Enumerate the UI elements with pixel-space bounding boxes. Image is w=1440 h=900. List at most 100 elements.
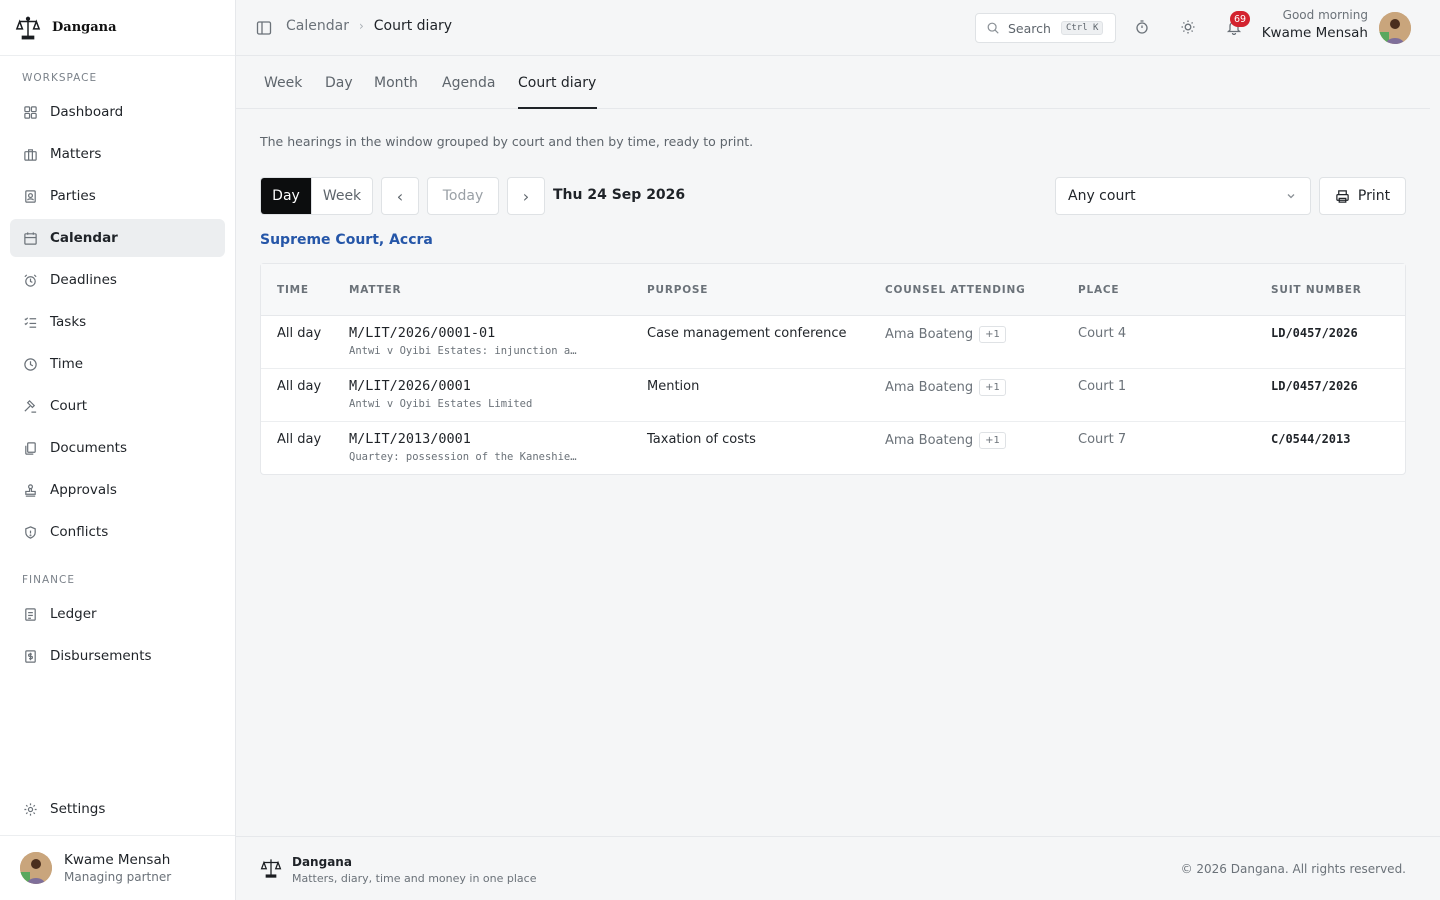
table-header: TIME MATTER PURPOSE COUNSEL ATTENDING PL… <box>261 264 1405 316</box>
view-tabs: Week Day Month Agenda Court diary <box>236 56 1430 109</box>
sidebar-item-label: Dashboard <box>50 104 124 120</box>
gavel-icon <box>22 398 38 414</box>
sidebar-item-disbursements[interactable]: Disbursements <box>10 637 225 675</box>
shield-icon <box>22 524 38 540</box>
column-counsel: COUNSEL ATTENDING <box>885 284 1026 296</box>
row-counsel: Ama Boateng +1 <box>885 379 1006 396</box>
sidebar-item-tasks[interactable]: Tasks <box>10 303 225 341</box>
sidebar-item-approvals[interactable]: Approvals <box>10 471 225 509</box>
row-time: All day <box>277 326 322 341</box>
greeting-text: Good morning <box>1282 8 1368 22</box>
sidebar-item-ledger[interactable]: Ledger <box>10 595 225 633</box>
column-place: PLACE <box>1078 284 1120 296</box>
breadcrumb-current: Court diary <box>373 18 453 34</box>
sidebar-item-matters[interactable]: Matters <box>10 135 225 173</box>
calendar-icon <box>22 230 38 246</box>
row-place: Court 7 <box>1078 432 1127 447</box>
stopwatch-icon[interactable] <box>1134 19 1152 37</box>
next-button[interactable]: › <box>507 177 545 215</box>
avatar <box>20 852 52 884</box>
print-button[interactable]: Print <box>1319 177 1406 215</box>
sidebar-item-calendar[interactable]: Calendar <box>10 219 225 257</box>
dashboard-icon <box>22 104 38 120</box>
row-time: All day <box>277 379 322 394</box>
documents-icon <box>22 440 38 456</box>
briefcase-icon <box>22 146 38 162</box>
tab-court-diary[interactable]: Court diary <box>518 75 597 109</box>
sidebar-item-label: Parties <box>50 188 96 204</box>
column-suit-number: SUIT NUMBER <box>1271 284 1362 296</box>
matter-title: Quartey: possession of the Kaneshie… <box>349 451 577 463</box>
sidebar-user[interactable]: Kwame Mensah Managing partner <box>0 835 235 900</box>
court-select[interactable]: Any court <box>1055 177 1311 215</box>
header-user-name: Kwame Mensah <box>1261 25 1368 41</box>
sidebar-item-conflicts[interactable]: Conflicts <box>10 513 225 551</box>
ledger-icon <box>22 606 38 622</box>
sidebar-item-dashboard[interactable]: Dashboard <box>10 93 225 131</box>
footer-brand-name: Dangana <box>292 855 352 869</box>
stamp-icon <box>22 482 38 498</box>
sidebar-item-label: Approvals <box>50 482 117 498</box>
sidebar-item-time[interactable]: Time <box>10 345 225 383</box>
row-suit-number: LD/0457/2026 <box>1271 379 1358 393</box>
matter-link[interactable]: M/LIT/2026/0001-01 <box>349 325 577 341</box>
receipt-icon <box>22 648 38 664</box>
print-label: Print <box>1357 188 1391 204</box>
counsel-extra-badge[interactable]: +1 <box>979 379 1006 396</box>
brand[interactable]: Dangana <box>0 0 235 56</box>
contact-card-icon <box>22 188 38 204</box>
prev-button[interactable]: ‹ <box>381 177 419 215</box>
alarm-clock-icon <box>22 272 38 288</box>
counsel-name: Ama Boateng <box>885 380 974 395</box>
scales-logo-icon <box>14 14 42 42</box>
sidebar-item-settings[interactable]: Settings <box>10 790 225 828</box>
sidebar-item-documents[interactable]: Documents <box>10 429 225 467</box>
range-week-button[interactable]: Week <box>311 178 372 214</box>
row-purpose: Taxation of costs <box>647 432 756 447</box>
table-row[interactable]: All day M/LIT/2013/0001 Quartey: possess… <box>261 422 1405 475</box>
sidebar-item-label: Court <box>50 398 88 414</box>
sidebar-item-label: Settings <box>50 801 106 817</box>
footer-copyright: © 2026 Dangana. All rights reserved. <box>1180 862 1406 876</box>
tab-agenda[interactable]: Agenda <box>442 75 495 109</box>
sidebar-item-parties[interactable]: Parties <box>10 177 225 215</box>
sidebar-toggle-icon[interactable] <box>256 20 272 36</box>
section-label-workspace: WORKSPACE <box>22 72 98 84</box>
matter-link[interactable]: M/LIT/2013/0001 <box>349 431 577 447</box>
search-button[interactable]: Search Ctrl K <box>975 13 1116 43</box>
chevron-down-icon <box>1287 194 1295 199</box>
tab-day[interactable]: Day <box>325 75 353 109</box>
column-time: TIME <box>277 284 309 296</box>
sidebar-item-label: Documents <box>50 440 127 456</box>
topbar: Calendar › Court diary Search Ctrl K 69 … <box>236 0 1440 56</box>
row-counsel: Ama Boateng +1 <box>885 432 1006 449</box>
avatar[interactable] <box>1379 12 1411 44</box>
sidebar-item-label: Deadlines <box>50 272 117 288</box>
breadcrumb-calendar[interactable]: Calendar <box>286 18 349 34</box>
tab-week[interactable]: Week <box>264 75 302 109</box>
counsel-extra-badge[interactable]: +1 <box>979 326 1006 343</box>
sun-icon[interactable] <box>1180 19 1198 37</box>
sidebar-item-deadlines[interactable]: Deadlines <box>10 261 225 299</box>
sidebar: Dangana WORKSPACE Dashboard Matters Part… <box>0 0 236 900</box>
chevron-right-icon: › <box>522 186 530 206</box>
sidebar-item-label: Disbursements <box>50 648 152 664</box>
scales-logo-icon <box>260 857 284 881</box>
column-matter: MATTER <box>349 284 402 296</box>
court-group-title: Supreme Court, Accra <box>260 232 433 248</box>
sidebar-item-label: Calendar <box>50 230 118 246</box>
breadcrumb: Calendar › Court diary <box>286 18 452 34</box>
tab-month[interactable]: Month <box>374 75 418 109</box>
sidebar-user-role: Managing partner <box>64 870 172 884</box>
range-day-button[interactable]: Day <box>261 178 311 214</box>
table-row[interactable]: All day M/LIT/2026/0001 Antwi v Oyibi Es… <box>261 369 1405 422</box>
sidebar-item-court[interactable]: Court <box>10 387 225 425</box>
today-button[interactable]: Today <box>427 177 499 215</box>
matter-link[interactable]: M/LIT/2026/0001 <box>349 378 532 394</box>
range-toggle: Day Week <box>260 177 373 215</box>
row-place: Court 1 <box>1078 379 1127 394</box>
counsel-extra-badge[interactable]: +1 <box>979 432 1006 449</box>
court-diary-table: TIME MATTER PURPOSE COUNSEL ATTENDING PL… <box>260 263 1406 475</box>
table-row[interactable]: All day M/LIT/2026/0001-01 Antwi v Oyibi… <box>261 316 1405 369</box>
matter-title: Antwi v Oyibi Estates: injunction a… <box>349 345 577 357</box>
